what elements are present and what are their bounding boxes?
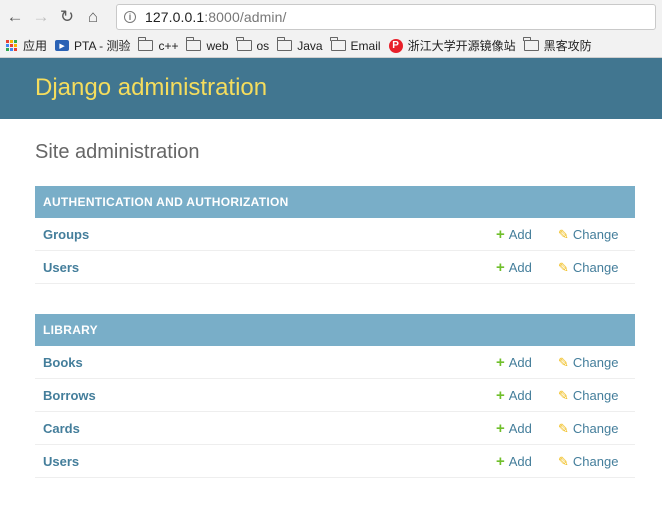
forward-arrow-icon[interactable]: → — [30, 6, 52, 28]
bookmark-label: os — [256, 38, 270, 53]
apps-icon — [6, 39, 18, 52]
p-icon: P — [388, 38, 403, 53]
bookmark-label: PTA - 测验 — [74, 39, 131, 53]
site-header: Django administration — [0, 58, 662, 119]
url-path: :8000/admin/ — [204, 9, 287, 25]
add-label: Add — [508, 259, 532, 275]
bookmarks-bar: 应用 ▶ PTA - 测验 c++ web os Java Email P 浙江… — [0, 34, 662, 58]
add-link[interactable]: + Add — [496, 388, 532, 403]
bookmark-label: c++ — [158, 38, 179, 53]
add-link[interactable]: + Add — [496, 227, 532, 242]
change-label: Change — [572, 354, 619, 370]
add-link[interactable]: + Add — [496, 421, 532, 436]
pencil-icon: ✎ — [558, 420, 569, 436]
plus-icon: + — [496, 353, 505, 371]
pencil-icon: ✎ — [558, 259, 569, 275]
add-link[interactable]: + Add — [496, 454, 532, 469]
bookmark-java[interactable]: Java — [276, 37, 323, 53]
url-text[interactable]: 127.0.0.1:8000/admin/ — [145, 9, 286, 25]
bookmark-zju-mirror[interactable]: P 浙江大学开源镜像站 — [388, 37, 516, 54]
add-link[interactable]: + Add — [496, 260, 532, 275]
add-label: Add — [508, 453, 532, 469]
add-label: Add — [508, 420, 532, 436]
change-link[interactable]: ✎ Change — [558, 227, 618, 242]
pencil-icon: ✎ — [558, 387, 569, 403]
folder-icon — [276, 37, 293, 51]
model-link[interactable]: Groups — [43, 227, 89, 242]
module-caption[interactable]: AUTHENTICATION AND AUTHORIZATION — [35, 186, 635, 218]
folder-icon — [330, 37, 346, 51]
change-label: Change — [572, 226, 619, 242]
url-host: 127.0.0.1 — [145, 9, 205, 25]
bookmark-web[interactable]: web — [186, 37, 229, 53]
folder-icon — [186, 37, 202, 51]
pencil-icon: ✎ — [558, 453, 569, 469]
model-row-groups: Groups + Add ✎ Change — [35, 218, 635, 251]
change-link[interactable]: ✎ Change — [558, 421, 618, 436]
change-label: Change — [572, 259, 619, 275]
bookmark-label: 黑客攻防 — [543, 39, 592, 53]
browser-toolbar: ← → ↻ ⌂ i 127.0.0.1:8000/admin/ — [0, 0, 662, 34]
change-label: Change — [572, 420, 619, 436]
module-library: LIBRARY Books + Add ✎ Change Borrows + Add … — [35, 314, 635, 478]
add-link[interactable]: + Add — [496, 355, 532, 370]
bookmark-hacker[interactable]: 黑客攻防 — [523, 37, 592, 54]
add-label: Add — [508, 226, 532, 242]
change-link[interactable]: ✎ Change — [558, 388, 618, 403]
bookmark-label: Java — [297, 38, 323, 53]
bookmark-label: 浙江大学开源镜像站 — [407, 39, 516, 53]
pta-icon: ▶ — [55, 40, 70, 51]
bookmark-apps[interactable]: 应用 — [6, 37, 47, 54]
plus-icon: + — [496, 452, 505, 470]
address-bar[interactable]: i 127.0.0.1:8000/admin/ — [116, 4, 656, 30]
model-link[interactable]: Books — [43, 355, 83, 370]
model-row-users: Users + Add ✎ Change — [35, 251, 635, 284]
bookmark-label: web — [206, 38, 229, 53]
home-icon[interactable]: ⌂ — [82, 6, 104, 28]
model-link[interactable]: Users — [43, 260, 79, 275]
model-row-cards: Cards + Add ✎ Change — [35, 412, 635, 445]
model-link[interactable]: Borrows — [43, 388, 96, 403]
plus-icon: + — [496, 386, 505, 404]
bookmark-cpp[interactable]: c++ — [138, 37, 179, 53]
folder-icon — [523, 37, 539, 51]
bookmark-label: 应用 — [23, 39, 48, 53]
model-row-books: Books + Add ✎ Change — [35, 346, 635, 379]
bookmark-email[interactable]: Email — [330, 37, 381, 53]
model-row-users: Users + Add ✎ Change — [35, 445, 635, 478]
model-link[interactable]: Users — [43, 454, 79, 469]
add-label: Add — [508, 354, 532, 370]
plus-icon: + — [496, 258, 505, 276]
change-link[interactable]: ✎ Change — [558, 454, 618, 469]
folder-icon — [138, 37, 154, 51]
change-link[interactable]: ✎ Change — [558, 260, 618, 275]
module-auth: AUTHENTICATION AND AUTHORIZATION Groups … — [35, 186, 635, 284]
module-caption[interactable]: LIBRARY — [35, 314, 635, 346]
change-link[interactable]: ✎ Change — [558, 355, 618, 370]
back-arrow-icon[interactable]: ← — [4, 6, 26, 28]
folder-icon — [236, 37, 252, 51]
main-content: Site administration AUTHENTICATION AND A… — [35, 141, 635, 478]
plus-icon: + — [496, 419, 505, 437]
bookmark-pta[interactable]: ▶ PTA - 测验 — [55, 37, 130, 54]
bookmark-label: Email — [350, 38, 381, 53]
info-icon[interactable]: i — [124, 11, 136, 23]
add-label: Add — [508, 387, 532, 403]
model-row-borrows: Borrows + Add ✎ Change — [35, 379, 635, 412]
site-title[interactable]: Django administration — [35, 74, 267, 102]
model-link[interactable]: Cards — [43, 421, 80, 436]
reload-icon[interactable]: ↻ — [56, 6, 78, 28]
page-title: Site administration — [35, 141, 200, 163]
plus-icon: + — [496, 225, 505, 243]
change-label: Change — [572, 453, 619, 469]
change-label: Change — [572, 387, 619, 403]
bookmark-os[interactable]: os — [236, 37, 270, 53]
pencil-icon: ✎ — [558, 226, 569, 242]
pencil-icon: ✎ — [558, 354, 569, 370]
